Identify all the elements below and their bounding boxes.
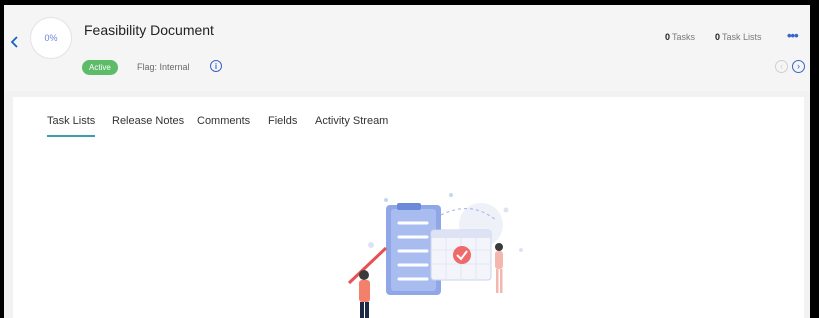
status-badge[interactable]: Active — [82, 60, 118, 75]
content-card: Task Lists Release Notes Comments Fields… — [13, 97, 804, 318]
more-options-icon[interactable]: ••• — [787, 28, 799, 43]
empty-state-illustration — [347, 193, 523, 318]
task-lists-count: 0 — [715, 32, 721, 42]
tab-comments[interactable]: Comments — [197, 115, 250, 127]
tab-release-notes[interactable]: Release Notes — [112, 115, 184, 127]
info-icon[interactable]: i — [210, 60, 222, 72]
tasks-label: Tasks — [672, 32, 696, 42]
header: 0% Feasibility Document Active Flag: Int… — [4, 5, 810, 91]
circle-chevron-left-icon[interactable]: ‹ — [775, 60, 788, 73]
tab-task-lists[interactable]: Task Lists — [47, 115, 96, 137]
chevron-left-icon[interactable] — [10, 35, 20, 54]
task-lists-label: Task Lists — [722, 32, 762, 42]
tab-fields[interactable]: Fields — [268, 115, 297, 127]
app-frame: 0% Feasibility Document Active Flag: Int… — [4, 5, 810, 318]
flag-label: Flag: Internal — [137, 62, 190, 72]
progress-indicator: 0% — [30, 17, 72, 59]
circle-chevron-right-icon[interactable]: › — [792, 60, 805, 73]
tasks-count: 0 — [665, 32, 671, 42]
tasks-count-link[interactable]: 0 Tasks — [665, 32, 695, 42]
task-lists-count-link[interactable]: 0 Task Lists — [715, 32, 762, 42]
tab-activity-stream[interactable]: Activity Stream — [315, 115, 388, 127]
page-title: Feasibility Document — [84, 22, 214, 38]
